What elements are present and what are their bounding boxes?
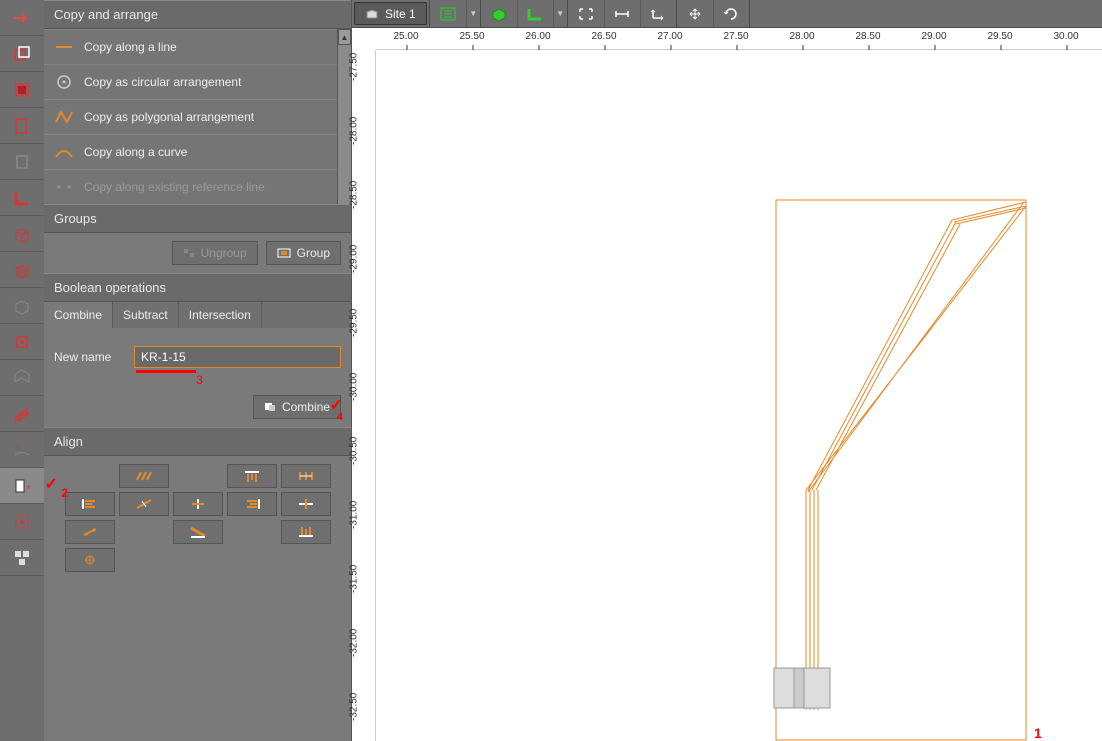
vtool-target2[interactable]	[0, 504, 44, 540]
group-button[interactable]: Group	[266, 241, 341, 265]
vtool-plane2[interactable]	[0, 144, 44, 180]
vtool-plane1[interactable]	[0, 108, 44, 144]
top-toolbar: Site 1 ▼ ▼	[352, 0, 1102, 28]
view2d-dropdown[interactable]: ▼	[466, 0, 480, 27]
combine-button[interactable]: Combine	[253, 395, 341, 419]
vtool-cube2[interactable]	[0, 252, 44, 288]
annotation-underline	[136, 370, 196, 373]
line-icon	[54, 38, 74, 56]
scroll-up[interactable]: ▲	[338, 29, 351, 45]
copy-circular[interactable]: Copy as circular arrangement	[44, 64, 351, 99]
boolops-tabs: Combine Subtract Intersection	[44, 302, 351, 328]
chevron-down-icon: ▼	[556, 9, 564, 18]
combine-label: Combine	[282, 400, 330, 414]
copy-item-label: Copy as circular arrangement	[84, 75, 241, 89]
new-name-input[interactable]	[134, 346, 341, 368]
group-label: Group	[297, 246, 330, 260]
fit-button[interactable]	[568, 0, 604, 27]
align-diag1[interactable]	[119, 464, 169, 488]
align-distrib2[interactable]	[65, 548, 115, 572]
site-tab[interactable]: Site 1	[354, 2, 427, 25]
align-title: Align	[44, 427, 351, 456]
axis-button[interactable]	[640, 0, 676, 27]
copy-polygonal[interactable]: Copy as polygonal arrangement	[44, 99, 351, 134]
copy-arrange-title: Copy and arrange	[44, 0, 351, 29]
align-diag2[interactable]	[173, 520, 223, 544]
ungroup-button: Ungroup	[172, 241, 258, 265]
vtool-extrude[interactable]	[0, 360, 44, 396]
rotate-button[interactable]	[713, 0, 749, 27]
main-area: Site 1 ▼ ▼ 25.0025.5026	[352, 0, 1102, 741]
tab-intersection[interactable]: Intersection	[179, 302, 262, 328]
measure-button[interactable]	[604, 0, 640, 27]
curve-icon	[54, 143, 74, 161]
vtool-assembly[interactable]	[0, 540, 44, 576]
align-bottom[interactable]	[281, 520, 331, 544]
annotation-num3: 3	[196, 373, 341, 387]
vertical-toolbar: T + ✓ 2	[0, 0, 44, 741]
copy-item-label: Copy along a curve	[84, 145, 187, 159]
ungroup-icon	[183, 248, 195, 258]
copy-along-line[interactable]: Copy along a line	[44, 29, 351, 64]
circle-icon	[54, 73, 74, 91]
view2d-button[interactable]	[430, 0, 466, 27]
svg-text:T: T	[15, 443, 20, 452]
align-right[interactable]	[227, 492, 277, 516]
view3d-solid[interactable]	[481, 0, 517, 27]
vtool-lshape[interactable]	[0, 180, 44, 216]
site-icon	[365, 8, 379, 20]
copy-item-label: Copy along existing reference line	[84, 180, 265, 194]
align-centerh[interactable]	[173, 492, 223, 516]
vtool-arrow[interactable]	[0, 0, 44, 36]
view3d-wire[interactable]	[517, 0, 553, 27]
move-button[interactable]	[677, 0, 713, 27]
align-centerv[interactable]	[281, 492, 331, 516]
canvas[interactable]: 1	[376, 50, 1102, 741]
tab-subtract[interactable]: Subtract	[113, 302, 179, 328]
vtool-cube1[interactable]	[0, 216, 44, 252]
annotation-num1: 1	[1034, 725, 1042, 741]
group-icon	[277, 248, 291, 258]
chevron-down-icon: ▼	[469, 9, 477, 18]
ruler-vertical: -27.50-28.00-28.50-29.00-29.50-30.00-30.…	[352, 50, 376, 741]
vtool-box1[interactable]	[0, 36, 44, 72]
align-top[interactable]	[227, 464, 277, 488]
boolops-title: Boolean operations	[44, 273, 351, 302]
copy-along-curve[interactable]: Copy along a curve	[44, 134, 351, 169]
new-name-label: New name	[54, 350, 124, 364]
site-label: Site 1	[385, 7, 416, 21]
align-left[interactable]	[65, 492, 115, 516]
groups-title: Groups	[44, 204, 351, 233]
align-diaglink[interactable]	[65, 520, 115, 544]
vtool-cubeline[interactable]	[0, 288, 44, 324]
copy-item-label: Copy along a line	[84, 40, 177, 54]
combine-icon	[264, 402, 276, 412]
canvas-wrap: 25.0025.5026.0026.5027.0027.5028.0028.50…	[352, 28, 1102, 741]
copy-arrange-list: Copy along a line Copy as circular arran…	[44, 29, 351, 204]
copy-item-label: Copy as polygonal arrangement	[84, 110, 254, 124]
align-distrib1[interactable]	[281, 464, 331, 488]
vtool-text-curve[interactable]: T	[0, 432, 44, 468]
vtool-target[interactable]	[0, 324, 44, 360]
svg-text:+: +	[26, 482, 31, 492]
ruler-horizontal: 25.0025.5026.0026.5027.0027.5028.0028.50…	[376, 28, 1102, 50]
side-panel: Copy and arrange Copy along a line Copy …	[44, 0, 352, 741]
poly-icon	[54, 108, 74, 126]
ungroup-label: Ungroup	[201, 246, 247, 260]
copy-along-refline: Copy along existing reference line	[44, 169, 351, 204]
vtool-select[interactable]: + ✓ 2	[0, 468, 44, 504]
align-grid	[54, 464, 341, 572]
view3d-dropdown[interactable]: ▼	[553, 0, 567, 27]
tab-combine[interactable]: Combine	[44, 302, 113, 328]
refline-icon	[54, 178, 74, 196]
align-diagx[interactable]	[119, 492, 169, 516]
vtool-pattern[interactable]	[0, 72, 44, 108]
vtool-hatch[interactable]	[0, 396, 44, 432]
